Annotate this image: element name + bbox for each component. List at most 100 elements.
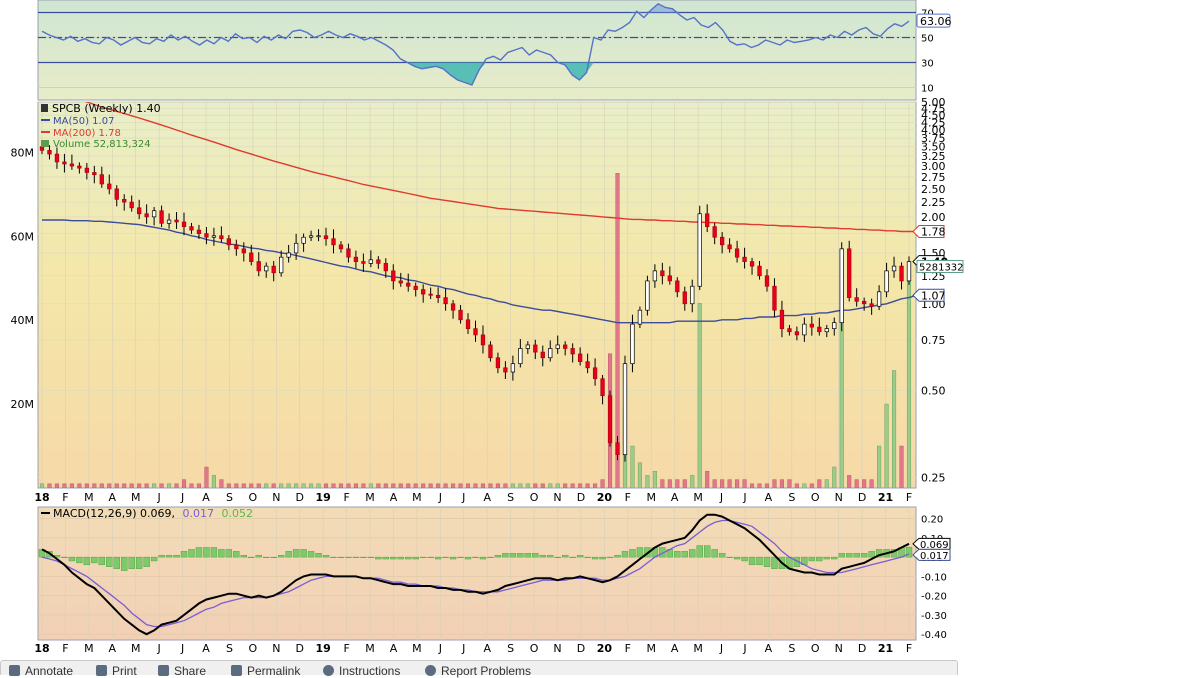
macd-histogram-bar <box>569 556 576 558</box>
macd-histogram-bar <box>674 551 681 558</box>
macd-histogram-bar <box>195 547 203 558</box>
macd-histogram-bar <box>173 554 180 558</box>
volume-bar <box>518 483 523 488</box>
macd-histogram-bar <box>158 554 165 558</box>
candle-down <box>77 165 82 169</box>
candle-down <box>256 261 261 272</box>
candle-down <box>488 344 493 359</box>
instructions-label: Instructions <box>339 664 401 678</box>
volume-bar <box>660 479 665 488</box>
candle-down <box>144 213 149 218</box>
candle-down <box>787 328 792 333</box>
annotate-button[interactable]: Annotate <box>9 664 73 678</box>
macd-histogram-bar <box>561 554 569 558</box>
volume-bar <box>578 483 583 488</box>
macd-histogram-bar <box>524 553 532 558</box>
candle-down <box>99 174 104 185</box>
volume-bar <box>241 483 246 488</box>
macd-histogram-bar <box>330 556 337 558</box>
price-panel: 5.004.754.504.254.003.753.503.253.002.75… <box>11 96 964 489</box>
candle-down <box>435 294 441 298</box>
macd-histogram-bar <box>576 554 584 558</box>
legend-volume: Volume 52,813,324 <box>53 139 151 150</box>
volume-bar <box>458 483 463 488</box>
volume-bar <box>137 483 142 488</box>
volume-bar <box>533 483 538 488</box>
volume-bar <box>383 483 388 488</box>
candle-down <box>421 289 426 295</box>
macd-histogram-bar <box>210 547 218 558</box>
volume-bar <box>652 470 657 488</box>
candle-down <box>122 198 127 203</box>
volume-y-ticks: 80M 60M 40M 20M <box>11 146 35 411</box>
macd-histogram-bar <box>218 549 225 558</box>
candle-up <box>518 348 523 365</box>
macd-histogram-bar <box>382 556 390 560</box>
ma50-badge-text: 1.07 <box>921 289 946 302</box>
volume-bar <box>720 479 725 488</box>
candle-down <box>809 323 814 328</box>
legend-ma200: MA(200) 1.78 <box>53 128 121 139</box>
candle-up <box>151 210 157 218</box>
permalink-button[interactable]: Permalink <box>231 664 300 678</box>
x-tick-label: M <box>693 491 703 504</box>
instructions-button[interactable]: Instructions <box>323 664 401 678</box>
candle-up <box>884 270 889 293</box>
chart-toolbar: Annotate Print Share Permalink Instructi… <box>0 660 958 678</box>
macd-histogram-bar <box>188 549 195 558</box>
macd-histogram-bar <box>375 556 382 560</box>
rsi-value-badge: 63.06 <box>916 13 952 28</box>
x-tick-label: F <box>906 642 912 655</box>
rsi-background <box>37 0 917 101</box>
volume-bar <box>196 483 202 488</box>
macd-histogram-bar <box>479 556 487 560</box>
candle-down <box>570 348 575 355</box>
x-tick-label: M <box>646 642 656 655</box>
macd-histogram-bar <box>121 556 128 571</box>
macd-histogram-bar <box>91 556 98 564</box>
macd-histogram-bar <box>68 556 76 562</box>
candle-down <box>705 213 710 227</box>
macd-histogram-bar <box>816 556 823 562</box>
volume-bar <box>555 483 560 488</box>
volume-bar <box>697 303 702 488</box>
x-tick-label: J <box>157 642 161 655</box>
rsi-panel: 70503010 63.06 <box>37 0 952 101</box>
candle-up <box>645 280 650 311</box>
print-button[interactable]: Print <box>96 664 137 678</box>
volume-bar <box>159 483 164 488</box>
volume-bar <box>824 479 829 488</box>
macd-histogram-bar <box>599 556 606 560</box>
rsi-tick-label: 30 <box>921 59 934 70</box>
x-tick-label: D <box>577 642 585 655</box>
stock-chart: 70503010 63.06 5.004.754.504.254.003.753… <box>11 0 964 655</box>
candle-down <box>749 261 755 267</box>
volume-bar <box>884 403 889 488</box>
candle-down <box>495 357 501 369</box>
volume-bar <box>316 483 321 488</box>
share-button[interactable]: Share <box>158 664 206 678</box>
x-tick-label: M <box>84 642 94 655</box>
report-problems-button[interactable]: Report Problems <box>425 664 531 678</box>
x-tick-label: O <box>530 491 539 504</box>
macd-histogram-bar <box>150 556 158 562</box>
candle-up <box>697 213 702 287</box>
macd-histogram-bar <box>771 556 778 569</box>
macd-legend-signal: 0.017 <box>183 507 215 520</box>
volume-tick-label: 80M <box>11 146 35 159</box>
volume-bar <box>705 470 710 488</box>
macd-histogram-bar <box>165 554 173 558</box>
link-icon <box>231 665 242 676</box>
x-tick-label: M <box>365 491 375 504</box>
candle-up <box>301 236 306 244</box>
macd-histogram-bar <box>233 551 240 558</box>
candle-down <box>675 280 680 293</box>
macd-histogram-bar <box>457 556 464 558</box>
candle-down <box>503 367 508 373</box>
macd-histogram-bar <box>517 553 524 558</box>
macd-histogram-bar <box>494 554 502 558</box>
macd-histogram-bar <box>532 553 539 558</box>
x-tick-label: A <box>671 642 679 655</box>
candle-up <box>548 348 553 359</box>
volume-bar <box>682 479 687 488</box>
